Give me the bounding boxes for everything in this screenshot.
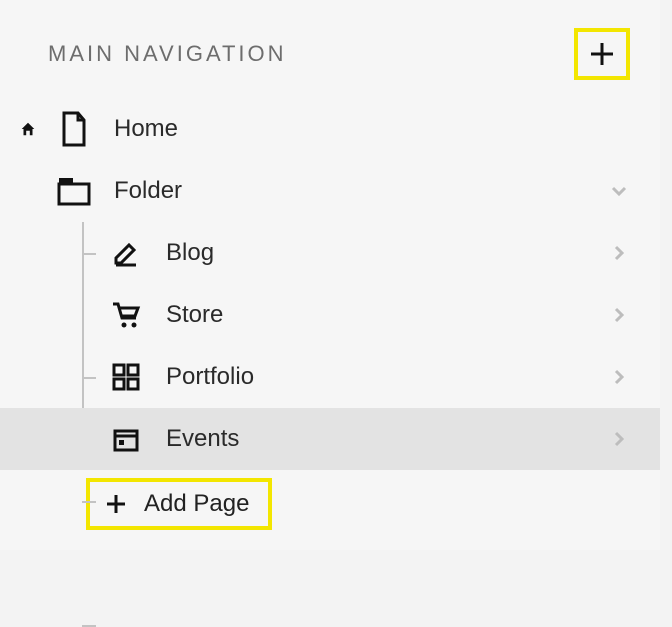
panel-header: MAIN NAVIGATION [0,0,660,90]
nav-item-label: Events [166,425,239,453]
nav-item-portfolio[interactable]: Portfolio [0,346,660,408]
plus-icon [588,40,616,68]
nav-item-events[interactable]: Events [0,408,660,470]
nav-item-label: Portfolio [166,363,254,391]
calendar-icon [108,425,144,453]
chevron-right-icon [608,242,630,264]
nav-item-folder[interactable]: Folder [0,160,660,222]
page-icon [56,111,92,147]
nav-item-label: Folder [114,177,182,205]
add-button[interactable] [574,28,630,80]
nav-item-home[interactable]: Home [0,98,660,160]
navigation-panel: MAIN NAVIGATION Home Folder [0,0,660,550]
panel-title: MAIN NAVIGATION [48,41,287,67]
blog-icon [108,238,144,268]
chevron-right-icon [608,304,630,326]
add-page-button[interactable]: Add Page [86,478,272,530]
folder-icon [56,176,92,206]
nav-item-label: Store [166,301,223,329]
chevron-right-icon [608,366,630,388]
folder-children: Blog Store Portfolio [0,222,660,470]
nav-item-label: Home [114,115,178,143]
home-indicator-icon [18,120,38,138]
nav-item-label: Blog [166,239,214,267]
plus-icon [104,492,128,516]
chevron-right-icon [608,428,630,450]
chevron-down-icon [608,180,630,202]
cart-icon [108,300,144,330]
nav-list: Home Folder Blog [0,98,660,530]
nav-item-blog[interactable]: Blog [0,222,660,284]
add-page-label: Add Page [144,490,249,518]
nav-item-store[interactable]: Store [0,284,660,346]
grid-icon [108,363,144,391]
